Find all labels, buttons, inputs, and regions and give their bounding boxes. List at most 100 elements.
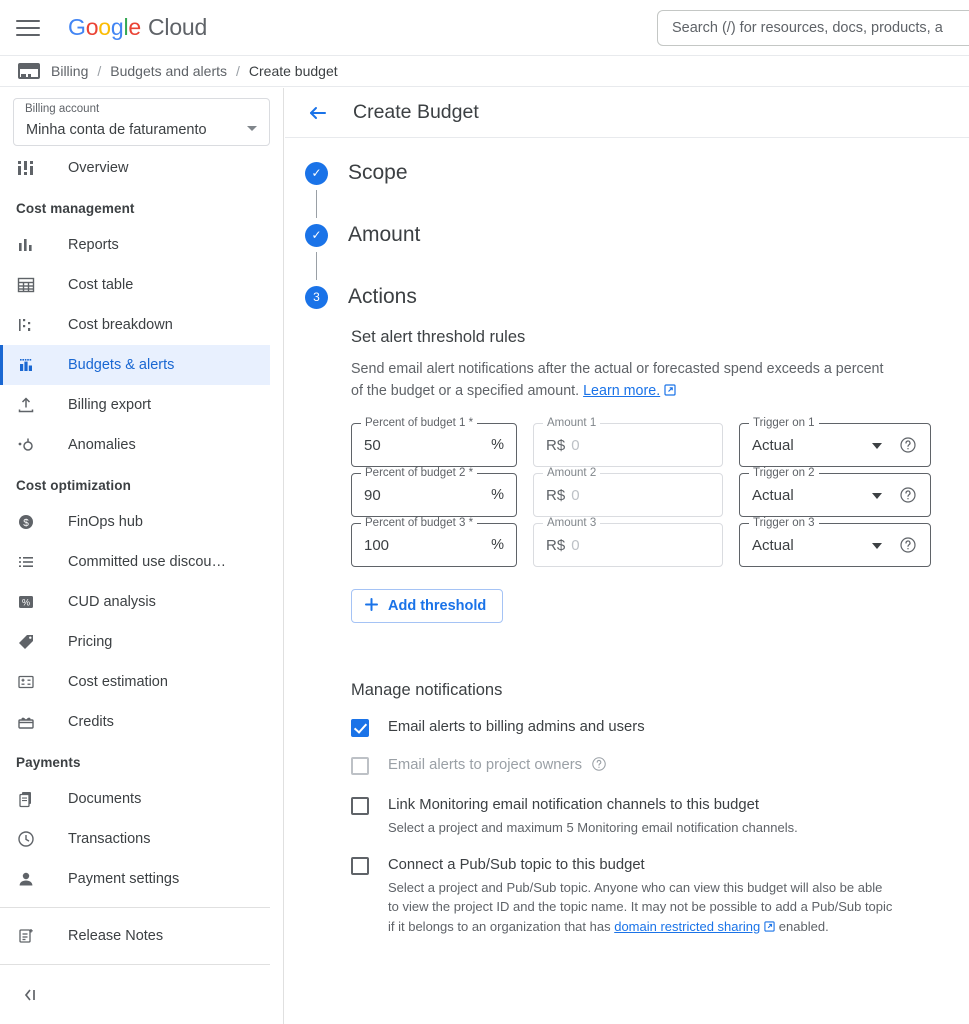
notification-option-email-project-owners[interactable]: Email alerts to project owners	[351, 756, 969, 778]
estimate-icon	[16, 672, 42, 692]
help-icon[interactable]	[899, 436, 917, 459]
sidebar-item-transactions[interactable]: Transactions	[0, 819, 283, 859]
step-label: Actions	[348, 285, 417, 308]
step-scope[interactable]: ✓ Scope	[305, 156, 969, 190]
sidebar-item-billing-export[interactable]: Billing export	[0, 385, 283, 425]
notification-option-connect-pubsub-topic[interactable]: Connect a Pub/Sub topic to this budget S…	[351, 856, 969, 938]
sidebar-item-payment-settings[interactable]: Payment settings	[0, 859, 283, 899]
checkbox[interactable]	[351, 856, 369, 875]
logo-letter-o2: o	[98, 14, 111, 40]
sidebar-item-label: Credits	[68, 714, 114, 730]
field-legend: Amount 1	[543, 417, 601, 430]
trigger-on-3-select[interactable]: Trigger on 3 Actual	[739, 517, 931, 568]
sidebar-item-cost-estimation[interactable]: Cost estimation	[0, 662, 283, 702]
chevron-down-icon	[872, 443, 882, 450]
help-icon[interactable]	[899, 486, 917, 509]
svg-text:%: %	[22, 598, 30, 608]
logo-letter-o1: o	[85, 14, 99, 40]
sidebar-item-budgets-and-alerts[interactable]: Budgets & alerts	[0, 345, 283, 385]
notification-option-link-monitoring-channels[interactable]: Link Monitoring email notification chann…	[351, 796, 969, 838]
trigger-on-2-select[interactable]: Trigger on 2 Actual	[739, 467, 931, 518]
sidebar-item-label: Cost estimation	[68, 674, 168, 690]
alert-threshold-description: Send email alert notifications after the…	[351, 358, 891, 403]
collapse-panel-icon	[22, 987, 42, 1003]
step-marker-current: 3	[305, 285, 328, 309]
breadcrumb-item-billing[interactable]: Billing	[51, 63, 88, 79]
notification-option-email-billing-admins[interactable]: Email alerts to billing admins and users	[351, 718, 969, 738]
trigger-on-1-select[interactable]: Trigger on 1 Actual	[739, 417, 931, 468]
breadcrumb-separator: /	[236, 63, 240, 79]
percent-suffix: %	[491, 487, 504, 504]
breadcrumb-item-budgets-and-alerts[interactable]: Budgets and alerts	[110, 63, 227, 79]
threshold-rules-list: Percent of budget 1 * 50 % Amount 1 R$ 0…	[351, 417, 969, 568]
field-legend: Percent of budget 3 *	[361, 517, 478, 530]
percent-of-budget-2-input[interactable]: Percent of budget 2 * 90 %	[351, 467, 517, 518]
sidebar-item-label: Overview	[68, 160, 129, 176]
field-legend: Percent of budget 1 *	[361, 417, 478, 430]
sidebar-item-label: Transactions	[68, 831, 151, 847]
amount-2-input[interactable]: Amount 2 R$ 0	[533, 467, 723, 518]
sidebar-item-anomalies[interactable]: Anomalies	[0, 425, 283, 465]
field-placeholder: 0	[571, 436, 580, 454]
sidebar-item-committed-use-discounts[interactable]: Committed use discou…	[0, 542, 283, 582]
checkbox-description-after: enabled.	[775, 918, 829, 934]
waterfall-icon	[16, 315, 42, 335]
field-placeholder: 0	[571, 536, 580, 554]
top-app-bar: Google Cloud Search (/) for resources, do…	[0, 0, 969, 55]
checkbox-label-text: Email alerts to project owners	[388, 756, 583, 773]
documents-icon	[16, 789, 42, 809]
field-value: 100	[364, 536, 390, 554]
sidebar-item-label: Reports	[68, 237, 119, 253]
sidebar-item-cud-analysis[interactable]: % CUD analysis	[0, 582, 283, 622]
step-label: Amount	[348, 223, 421, 246]
sidebar-item-label: Cost breakdown	[68, 317, 173, 333]
amount-3-input[interactable]: Amount 3 R$ 0	[533, 517, 723, 568]
collapse-panel-button[interactable]	[0, 973, 283, 1017]
percent-of-budget-1-input[interactable]: Percent of budget 1 * 50 %	[351, 417, 517, 468]
search-input[interactable]: Search (/) for resources, docs, products…	[657, 10, 969, 46]
table-icon	[16, 275, 42, 295]
sidebar-item-label: CUD analysis	[68, 594, 156, 610]
sidebar-item-finops-hub[interactable]: $ FinOps hub	[0, 502, 283, 542]
domain-restricted-sharing-link[interactable]: domain restricted sharing	[614, 919, 760, 934]
google-cloud-logo[interactable]: Google Cloud	[68, 14, 207, 41]
learn-more-link[interactable]: Learn more.	[583, 383, 660, 399]
sidebar-scrollbar-track[interactable]	[270, 88, 552, 1024]
hamburger-icon[interactable]	[16, 14, 44, 42]
sidebar-item-cost-table[interactable]: Cost table	[0, 265, 283, 305]
sidebar-item-label: Anomalies	[68, 437, 136, 453]
step-amount[interactable]: ✓ Amount	[305, 218, 969, 252]
percent-of-budget-3-input[interactable]: Percent of budget 3 * 100 %	[351, 517, 517, 568]
chevron-down-icon	[872, 493, 882, 500]
sidebar-item-reports[interactable]: Reports	[0, 225, 283, 265]
sidebar-item-documents[interactable]: Documents	[0, 779, 283, 819]
sidebar-item-overview[interactable]: Overview	[0, 148, 283, 188]
sidebar-item-pricing[interactable]: Pricing	[0, 622, 283, 662]
help-icon[interactable]	[591, 756, 607, 778]
sidebar-item-label: Release Notes	[68, 928, 164, 944]
sidebar-item-label: Budgets & alerts	[68, 357, 175, 373]
billing-account-selector[interactable]: Billing account Minha conta de faturamen…	[13, 98, 270, 146]
step-marker-done: ✓	[305, 161, 328, 185]
page-header: Create Budget	[285, 88, 969, 138]
sidebar-item-cost-breakdown[interactable]: Cost breakdown	[0, 305, 283, 345]
sidebar-item-release-notes[interactable]: Release Notes	[0, 916, 283, 956]
threshold-row: Percent of budget 2 * 90 % Amount 2 R$ 0…	[351, 467, 969, 518]
checkbox[interactable]	[351, 756, 369, 775]
step-connector	[305, 252, 328, 280]
breadcrumb: Billing / Budgets and alerts / Create bu…	[0, 55, 969, 87]
add-threshold-button[interactable]: Add threshold	[351, 589, 504, 624]
sidebar-item-credits[interactable]: Credits	[0, 702, 283, 742]
checkbox-label: Email alerts to billing admins and users	[388, 719, 645, 736]
field-value: 90	[364, 486, 381, 504]
budget-icon	[16, 355, 42, 375]
step-actions[interactable]: 3 Actions	[305, 280, 969, 314]
amount-1-input[interactable]: Amount 1 R$ 0	[533, 417, 723, 468]
checkbox[interactable]	[351, 719, 369, 738]
back-arrow-icon[interactable]	[305, 100, 331, 126]
main-content: Create Budget ✓ Scope ✓ Amount 3 Actions…	[285, 88, 969, 1024]
percent-icon: %	[16, 592, 42, 612]
checkbox[interactable]	[351, 796, 369, 815]
help-icon[interactable]	[899, 536, 917, 559]
logo-letter-e: e	[128, 14, 141, 40]
